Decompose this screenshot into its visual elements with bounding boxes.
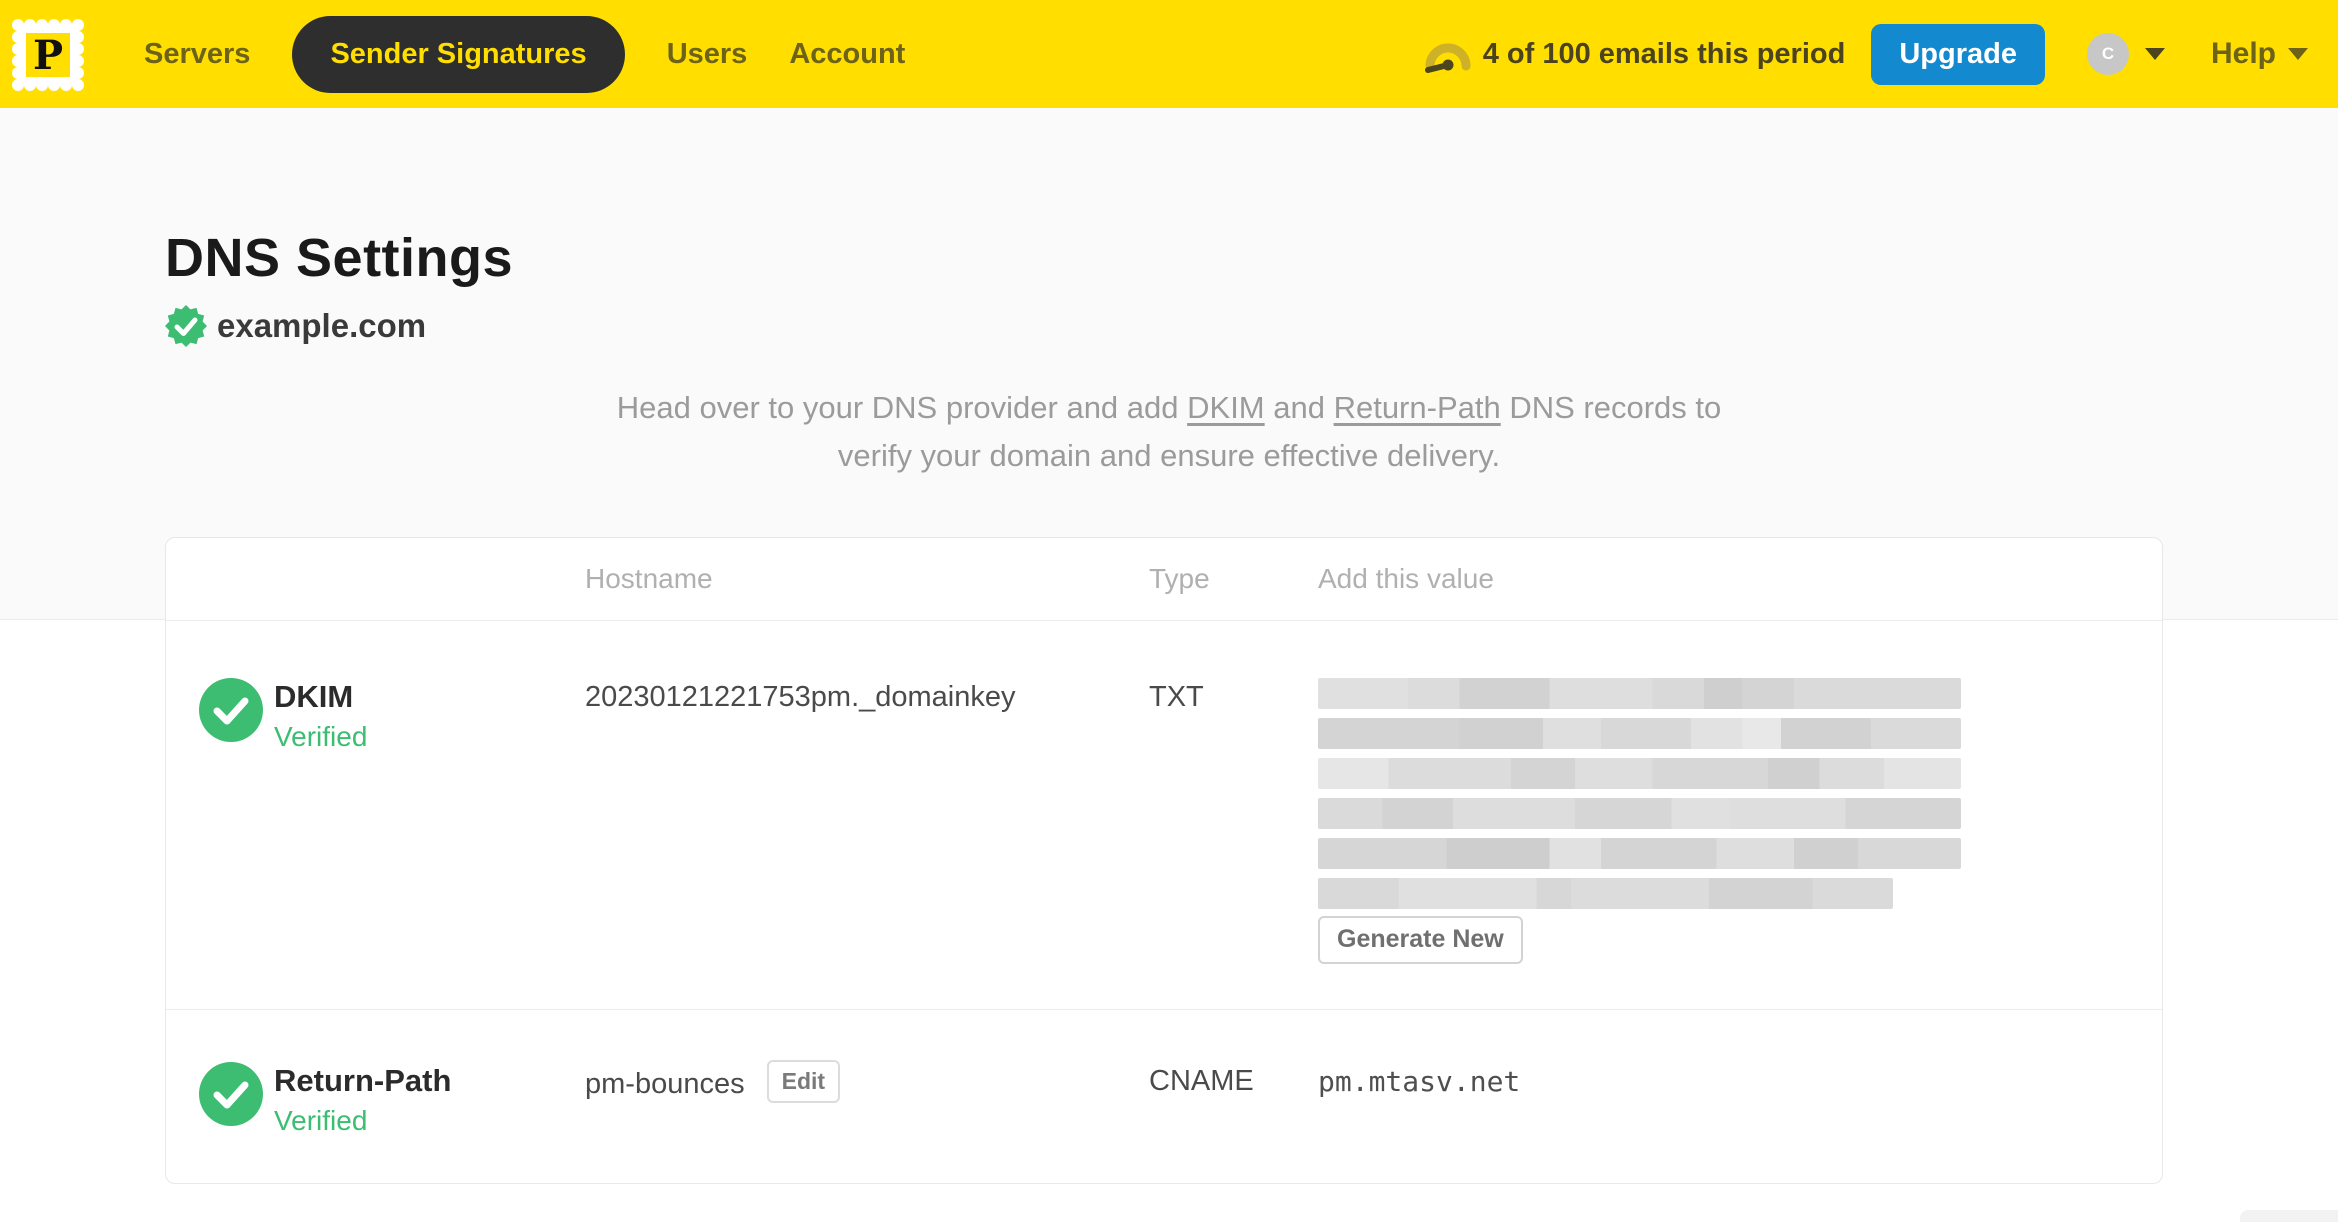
chevron-down-icon	[2288, 48, 2308, 60]
usage-gauge-icon	[1424, 35, 1471, 73]
return-path-value: pm.mtasv.net	[1318, 1065, 1521, 1098]
usage-text: 4 of 100 emails this period	[1482, 37, 1846, 70]
dkim-hostname: 20230121221753pm._domainkey	[585, 681, 1016, 713]
verified-check-icon	[199, 678, 263, 742]
main-content: DNS Settings example.com Head over to yo…	[0, 226, 2338, 1184]
instructions-part: Head over to your DNS provider and add	[616, 390, 1188, 425]
help-label: Help	[2210, 37, 2276, 70]
dkim-link[interactable]: DKIM	[1187, 390, 1265, 425]
col-header-value: Add this value	[1318, 563, 1494, 594]
postmark-logo[interactable]: P	[8, 15, 88, 95]
domain-row: example.com	[165, 304, 2173, 348]
help-menu-trigger[interactable]: Help	[2211, 37, 2308, 71]
avatar[interactable]: C	[2086, 33, 2129, 75]
status-badge: Verified	[274, 721, 368, 752]
instructions-line2: verify your domain and ensure effective …	[837, 438, 1501, 473]
instructions-part: and	[1264, 390, 1334, 425]
instructions-text: Head over to your DNS provider and add D…	[165, 384, 2173, 480]
verified-seal-icon	[165, 305, 207, 347]
return-path-record-type: CNAME	[1149, 1065, 1254, 1097]
dkim-record-type: TXT	[1149, 681, 1204, 713]
table-row-dkim: DKIM Verified 20230121221753pm._domainke…	[166, 621, 2162, 1009]
nav-item-account[interactable]: Account	[789, 38, 905, 71]
page-corner-element	[2240, 1210, 2338, 1222]
table-header-row: Hostname Type Add this value	[166, 538, 2162, 621]
return-path-link[interactable]: Return-Path	[1334, 390, 1501, 425]
nav-item-users[interactable]: Users	[667, 38, 748, 71]
top-nav: P Servers Sender Signatures Users Accoun…	[0, 0, 2338, 108]
edit-button[interactable]: Edit	[766, 1060, 841, 1103]
nav-item-sender-signatures[interactable]: Sender Signatures	[292, 15, 625, 93]
instructions-part: DNS records to	[1500, 390, 1722, 425]
record-name: DKIM	[274, 679, 354, 714]
nav-item-servers[interactable]: Servers	[144, 38, 250, 71]
page-title: DNS Settings	[165, 228, 514, 288]
generate-new-button[interactable]: Generate New	[1318, 916, 1523, 964]
col-header-type: Type	[1149, 563, 1210, 594]
domain-name: example.com	[217, 307, 427, 344]
record-name: Return-Path	[274, 1063, 452, 1098]
dns-records-card: Hostname Type Add this value DKIM Verifi…	[165, 537, 2163, 1184]
status-badge: Verified	[274, 1105, 368, 1136]
redacted-dkim-value	[1318, 678, 1961, 909]
table-row-return-path: Return-Path Verified pm-bounces Edit CNA…	[166, 1009, 2162, 1183]
nav-right-group: 4 of 100 emails this period Upgrade C He…	[1424, 23, 2308, 85]
chevron-down-icon	[2144, 48, 2165, 60]
primary-nav: Servers Sender Signatures Users Account	[144, 15, 905, 93]
verified-check-icon	[199, 1062, 263, 1126]
return-path-hostname: pm-bounces	[585, 1068, 745, 1100]
account-menu-trigger[interactable]: C	[2086, 33, 2165, 75]
col-header-hostname: Hostname	[585, 563, 713, 594]
logo-letter: P	[33, 32, 63, 79]
return-path-hostname-cell: pm-bounces Edit	[585, 1060, 1149, 1183]
upgrade-button[interactable]: Upgrade	[1871, 23, 2045, 85]
